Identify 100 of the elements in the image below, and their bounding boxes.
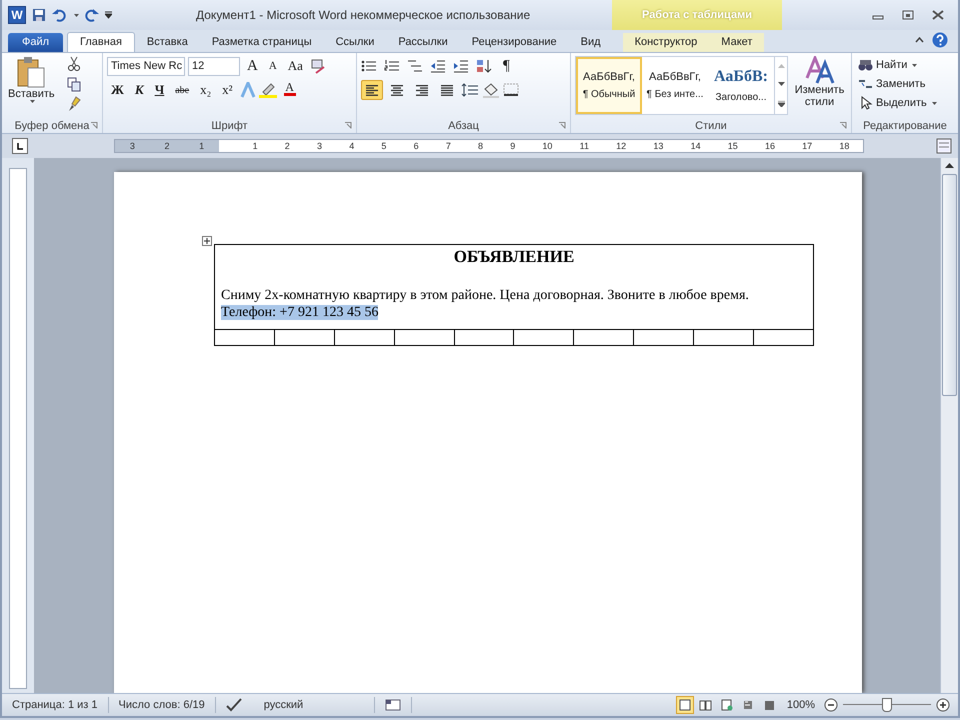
table-cell[interactable] (753, 330, 814, 346)
save-icon[interactable] (32, 8, 46, 22)
grow-font-button[interactable]: A (243, 56, 262, 76)
app-logo[interactable]: W (8, 6, 26, 24)
paint-bucket-icon[interactable] (482, 82, 500, 98)
ribbon-tab[interactable]: Разметка страницы (200, 33, 324, 52)
vertical-scrollbar[interactable] (940, 158, 958, 693)
strikethrough-button[interactable]: abe (171, 80, 194, 100)
collapse-ribbon-icon[interactable] (915, 37, 924, 43)
copy-icon[interactable] (66, 76, 81, 92)
view-ruler-icon[interactable] (936, 138, 952, 154)
borders-icon[interactable] (503, 83, 519, 97)
replace-button[interactable]: Заменить (856, 75, 939, 93)
ribbon-tab[interactable]: Конструктор (622, 33, 710, 52)
shrink-font-button[interactable]: A (264, 56, 281, 76)
ruler-number: 1 (199, 141, 204, 151)
sort-icon[interactable] (476, 59, 492, 73)
scroll-down-icon[interactable] (778, 82, 784, 86)
numbered-list-icon[interactable] (384, 59, 400, 73)
underline-button[interactable]: Ч (150, 80, 168, 100)
style-gallery-item[interactable]: АаБбВвГг, ¶ Без инте... (642, 57, 708, 114)
table-move-handle-icon[interactable] (202, 236, 212, 246)
style-gallery-item[interactable]: АаБбВ: Заголово... (708, 57, 774, 114)
ruler-number: 2 (284, 141, 290, 151)
ribbon-tab[interactable]: Рецензирование (460, 33, 569, 52)
view-button[interactable] (676, 696, 694, 714)
bullet-list-icon[interactable] (361, 59, 377, 73)
horizontal-ruler[interactable]: 3 2 1 1 2 3 4 5 6 7 8 9 10 11 12 13 14 15 16 17 18 (114, 139, 864, 153)
restore-icon[interactable] (902, 10, 914, 20)
ruler-number: 3 (130, 141, 135, 151)
superscript-button[interactable]: x² (218, 80, 237, 100)
line-spacing-icon[interactable] (461, 83, 479, 97)
zoom-level[interactable]: 100% (780, 699, 821, 711)
table-cell[interactable] (274, 330, 334, 346)
language-indicator[interactable]: русский (254, 697, 375, 713)
subscript-button[interactable]: x₂ (196, 80, 216, 100)
change-styles-button[interactable]: Изменить стили (792, 56, 847, 118)
undo-icon[interactable] (52, 8, 66, 22)
binoculars-icon (858, 59, 873, 71)
table-cell[interactable] (394, 330, 454, 346)
ruler-number: 3 (317, 141, 322, 151)
table-cell[interactable] (334, 330, 394, 346)
group-label: Буфер обмена (14, 120, 90, 132)
dropdown-arrow-icon[interactable] (74, 14, 79, 16)
table-cell[interactable] (454, 330, 514, 346)
word-count[interactable]: Число слов: 6/19 (108, 697, 216, 713)
show-formatting-button[interactable]: ¶ (499, 56, 514, 76)
paste-button[interactable]: Вставить (6, 56, 57, 118)
ribbon-tab[interactable]: Вид (568, 33, 613, 52)
highlighter-icon[interactable] (258, 82, 277, 98)
dropdown-arrow-icon[interactable] (30, 100, 35, 103)
bold-button[interactable]: Ж (107, 80, 128, 100)
decrease-indent-icon[interactable] (430, 59, 446, 73)
customize-toolbar-icon[interactable] (105, 11, 112, 19)
scissors-icon[interactable] (66, 56, 81, 72)
table-cell[interactable] (694, 330, 754, 346)
find-button[interactable]: Найти (856, 56, 939, 74)
ribbon-tab[interactable]: Макет (709, 33, 764, 52)
scroll-up-arrow-icon[interactable] (945, 162, 954, 170)
close-icon[interactable] (932, 10, 944, 20)
dialog-launcher-icon[interactable] (559, 122, 566, 129)
align-left-icon (365, 84, 379, 96)
dropdown-arrow-icon[interactable] (912, 64, 918, 66)
ribbon-tab[interactable]: Главная (67, 32, 135, 52)
dialog-launcher-icon[interactable] (840, 122, 847, 129)
ruler-number: 10 (542, 141, 552, 151)
increase-indent-icon[interactable] (453, 59, 469, 73)
zoom-in-icon[interactable] (936, 698, 950, 712)
ribbon-tab[interactable]: Вставка (134, 33, 200, 52)
ruler-number: 17 (802, 141, 812, 151)
dialog-launcher-icon[interactable] (91, 122, 98, 129)
multilevel-list-icon[interactable] (407, 59, 423, 73)
table-cell[interactable] (214, 330, 274, 346)
zoom-slider-thumb[interactable] (882, 698, 892, 712)
dialog-launcher-icon[interactable] (345, 122, 352, 129)
proofing-icon[interactable] (226, 698, 244, 712)
dropdown-arrow-icon[interactable] (932, 102, 937, 104)
table-cell[interactable] (634, 330, 694, 346)
change-case-button[interactable]: Aa (284, 56, 307, 76)
page-count[interactable]: Страница: 1 из 1 (2, 697, 109, 713)
more-icon[interactable] (778, 100, 784, 107)
brush-icon[interactable] (66, 96, 81, 112)
redo-icon[interactable] (85, 8, 99, 22)
italic-button[interactable]: К (130, 80, 148, 100)
help-icon[interactable] (932, 32, 948, 48)
ribbon-tab[interactable]: Файл (8, 33, 64, 52)
tab-stop-selector[interactable] (12, 138, 28, 154)
font-color-button[interactable]: A (280, 80, 300, 100)
style-gallery-item[interactable]: АаБбВвГг, ¶ Обычный (576, 57, 642, 114)
clear-format-icon[interactable] (310, 58, 326, 74)
table-cell[interactable] (514, 330, 574, 346)
select-button[interactable]: Выделить (856, 94, 939, 112)
ribbon-tab[interactable]: Ссылки (324, 33, 386, 52)
zoom-out-icon[interactable] (824, 698, 838, 712)
table-cell[interactable] (574, 330, 634, 346)
font-name-field[interactable]: Times New Rc (107, 56, 185, 76)
align-button[interactable] (361, 80, 383, 100)
macro-icon[interactable] (384, 699, 401, 711)
font-size-field[interactable]: 12 (188, 56, 240, 76)
ribbon-tab[interactable]: Рассылки (386, 33, 460, 52)
